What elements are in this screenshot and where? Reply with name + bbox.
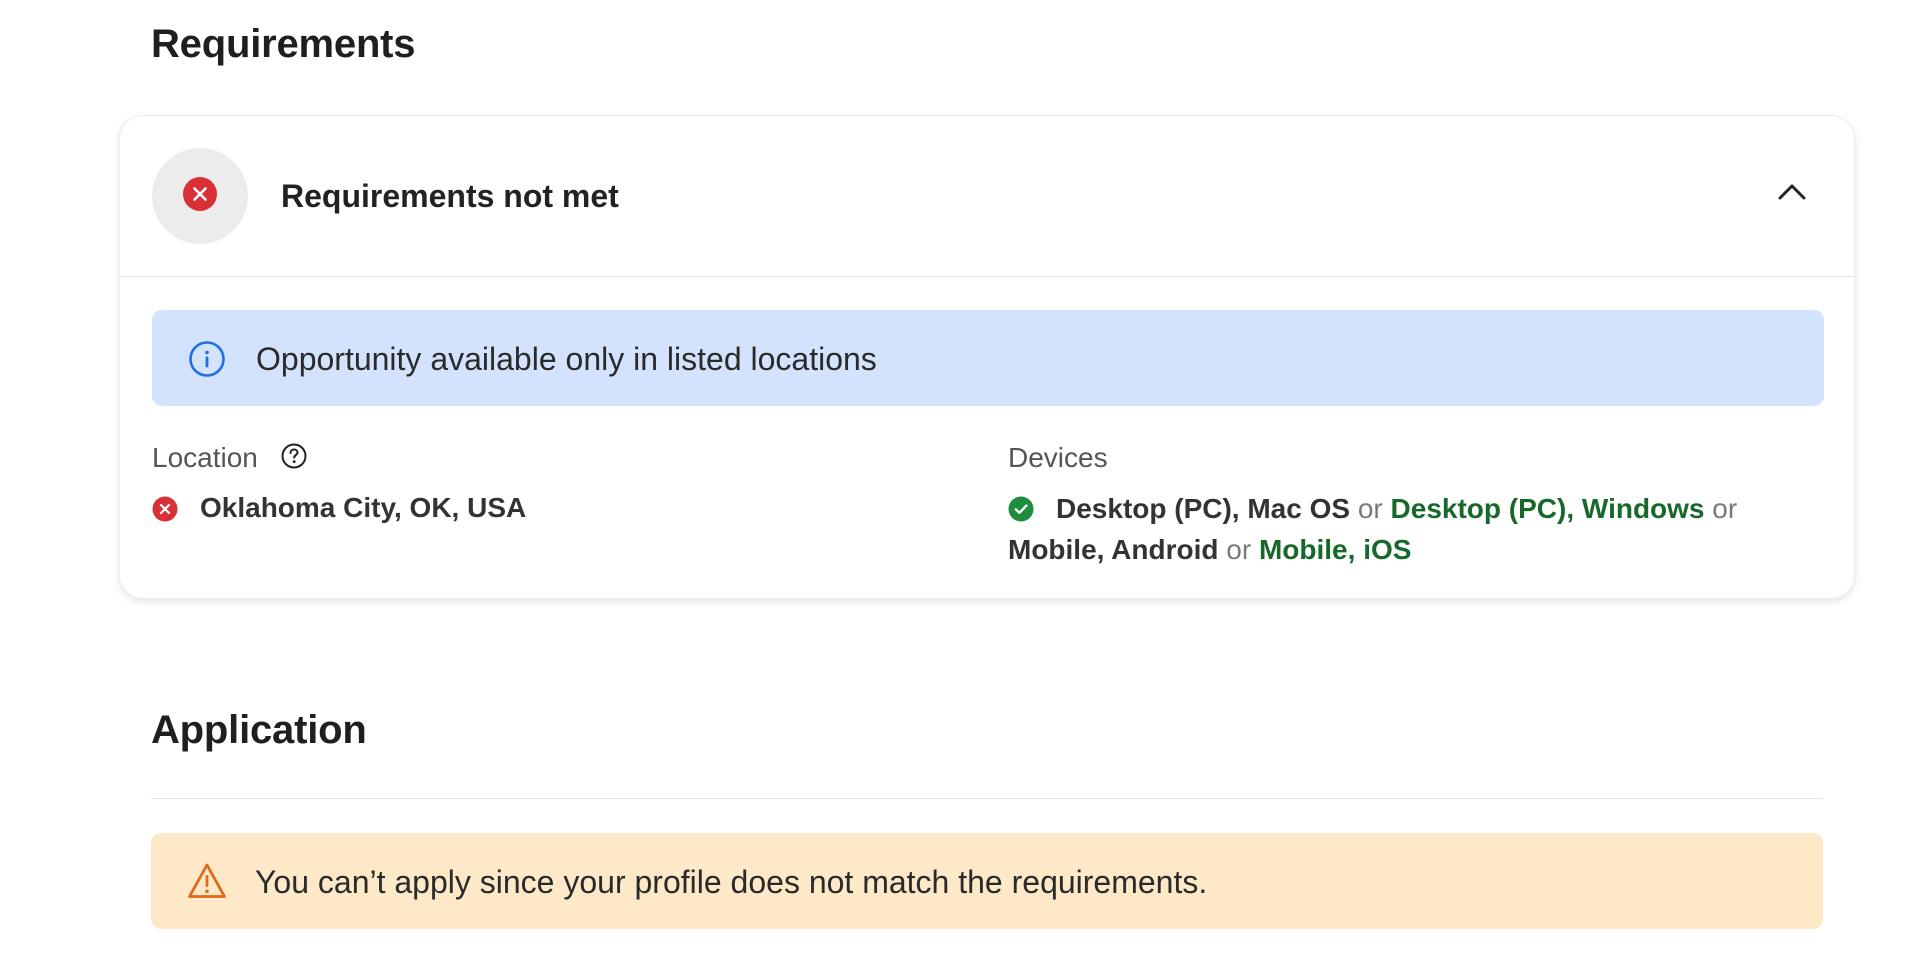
requirements-heading: Requirements xyxy=(151,22,416,66)
status-badge xyxy=(152,148,248,244)
location-info-banner: Opportunity available only in listed loc… xyxy=(152,310,1824,406)
application-heading: Application xyxy=(151,708,367,752)
page: Requirements Requirements not met Opport… xyxy=(0,0,1926,980)
requirements-card: Requirements not met Opportunity availab… xyxy=(119,115,1855,599)
chevron-up-icon xyxy=(1777,183,1807,206)
info-icon xyxy=(188,340,226,383)
warning-banner-text: You can’t apply since your profile does … xyxy=(255,864,1208,900)
device-separator: or xyxy=(1712,493,1738,524)
device-item: Mobile, iOS xyxy=(1258,534,1412,565)
devices-list: Desktop (PC), Mac OS or Desktop (PC), Wi… xyxy=(1008,488,1808,570)
error-circle-icon xyxy=(182,176,218,217)
application-warning-banner: You can’t apply since your profile does … xyxy=(151,833,1823,929)
warning-triangle-icon xyxy=(187,862,227,905)
devices-label: Devices xyxy=(1008,442,1108,473)
help-circle-icon[interactable] xyxy=(280,442,308,475)
device-item: Desktop (PC), Windows xyxy=(1390,493,1705,524)
device-item: Desktop (PC), Mac OS xyxy=(1056,493,1351,524)
requirements-card-header[interactable]: Requirements not met xyxy=(120,116,1854,277)
device-item: Mobile, Android xyxy=(1008,534,1219,565)
location-label: Location xyxy=(152,442,258,473)
requirements-status-title: Requirements not met xyxy=(281,178,619,214)
info-banner-text: Opportunity available only in listed loc… xyxy=(256,341,877,377)
divider xyxy=(151,798,1823,799)
location-value: Oklahoma City, OK, USA xyxy=(200,492,527,523)
error-circle-icon xyxy=(152,496,178,527)
device-separator: or xyxy=(1357,493,1383,524)
collapse-toggle-button[interactable] xyxy=(1772,174,1812,214)
device-separator: or xyxy=(1226,534,1252,565)
